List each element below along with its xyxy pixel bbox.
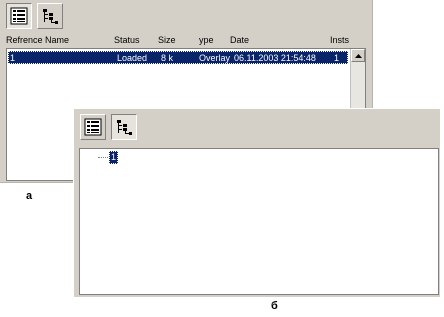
list-view-button[interactable] [80, 114, 106, 140]
list-header: Refrence Name Status Size ype Date Insts [0, 33, 372, 47]
panel-b-tree-view: 1 [73, 108, 440, 297]
scroll-up-button[interactable] [351, 49, 365, 62]
caption-a: a [26, 190, 33, 202]
cell-type: Overlay [199, 53, 231, 63]
tree-node-label: 1 [109, 151, 119, 164]
cell-status: Loaded [117, 53, 148, 63]
cell-date: 06.11.2003 21:54:48 [234, 53, 316, 63]
tree-connector [98, 157, 108, 158]
tree-view-button[interactable] [37, 3, 63, 29]
list-view-button[interactable] [6, 3, 32, 29]
tree-view-button[interactable] [111, 114, 137, 140]
list-view-icon [84, 118, 102, 136]
column-header-instance[interactable]: Insts [330, 35, 349, 45]
tree-view-icon [43, 9, 58, 24]
column-header-date[interactable]: Date [230, 35, 249, 45]
column-header-type[interactable]: ype [199, 35, 214, 45]
module-tree[interactable]: 1 [79, 148, 439, 295]
table-row[interactable]: 1 Loaded 8 k Overlay 06.11.2003 21:54:48… [8, 51, 348, 64]
cell-instance: 1 [334, 53, 340, 63]
arrow-up-icon [354, 53, 362, 58]
cell-reference-name: 1 [10, 53, 16, 63]
column-header-status[interactable]: Status [114, 35, 140, 45]
list-view-icon [10, 7, 28, 25]
tree-view-icon [117, 120, 132, 135]
column-header-size[interactable]: Size [158, 35, 176, 45]
column-header-reference-name[interactable]: Refrence Name [6, 35, 69, 45]
caption-b: б [271, 300, 278, 312]
cell-size: 8 k [161, 53, 174, 63]
tree-node-root[interactable]: 1 [98, 151, 119, 164]
